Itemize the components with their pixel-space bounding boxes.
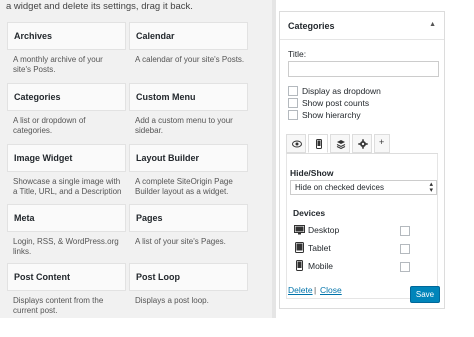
tab-add[interactable]: +: [374, 134, 390, 153]
show-hierarchy-checkbox[interactable]: [288, 110, 298, 120]
widget-image[interactable]: Image Widget: [7, 144, 126, 172]
widget-description: A list or dropdown of categories.: [13, 116, 132, 136]
tab-layers[interactable]: [330, 134, 350, 153]
display-dropdown-checkbox[interactable]: [288, 86, 298, 96]
title-input[interactable]: [288, 61, 439, 77]
instructions-text: a widget and delete its settings, drag i…: [6, 1, 193, 12]
widget-title: Post Loop: [136, 272, 180, 282]
tablet-checkbox[interactable]: [400, 244, 410, 254]
desktop-icon: [294, 225, 305, 235]
desc-line: Login, RSS, & WordPress.org: [13, 237, 119, 246]
widget-description: A complete SiteOrigin Page Builder layou…: [135, 177, 254, 197]
mobile-checkbox[interactable]: [400, 262, 410, 272]
widget-title: Calendar: [136, 31, 175, 41]
tab-devices[interactable]: [308, 134, 328, 153]
widget-description: Showcase a single image with a Title, UR…: [13, 177, 132, 197]
widget-custom-menu[interactable]: Custom Menu: [129, 83, 248, 111]
eye-icon: [292, 140, 302, 148]
collapse-arrow-icon[interactable]: ▲: [429, 21, 436, 28]
widget-title: Post Content: [14, 272, 70, 282]
widget-title: Meta: [14, 213, 35, 223]
gear-icon: [358, 139, 368, 149]
widget-post-loop[interactable]: Post Loop: [129, 263, 248, 291]
panel-title: Categories: [288, 21, 335, 31]
widget-title: Archives: [14, 31, 53, 41]
widget-title: Categories: [14, 92, 61, 102]
widget-description: A calendar of your site's Posts.: [135, 55, 254, 65]
desktop-checkbox[interactable]: [400, 226, 410, 236]
device-label-tablet: Tablet: [308, 243, 331, 253]
select-value: Hide on checked devices: [295, 183, 384, 192]
desc-line: categories.: [13, 126, 53, 135]
select-arrows-icon: ▴ ▾: [429, 181, 433, 194]
widget-title: Custom Menu: [136, 92, 196, 102]
widgets-screen: a widget and delete its settings, drag i…: [0, 0, 474, 337]
desc-line: A calendar of your site's Posts.: [135, 55, 245, 64]
widget-meta[interactable]: Meta: [7, 204, 126, 232]
device-label-mobile: Mobile: [308, 261, 334, 271]
title-label: Title:: [288, 49, 307, 59]
widget-description: A monthly archive of your site's Posts.: [13, 55, 132, 75]
widget-description: Displays content from the current post.: [13, 296, 132, 316]
close-link[interactable]: Close: [320, 285, 342, 295]
save-button[interactable]: Save: [410, 286, 440, 303]
desc-line: Showcase a single image with: [13, 177, 121, 186]
widget-description: Login, RSS, & WordPress.org links.: [13, 237, 132, 257]
column-divider: [272, 0, 276, 318]
tab-settings[interactable]: [352, 134, 372, 153]
widget-description: Displays a post loop.: [135, 296, 254, 306]
widget-archives[interactable]: Archives: [7, 22, 126, 50]
widget-description: A list of your site's Pages.: [135, 237, 254, 247]
option-label: Display as dropdown: [302, 86, 381, 96]
desc-line: Add a custom menu to your: [135, 116, 233, 125]
desc-line: A complete SiteOrigin Page: [135, 177, 233, 186]
widget-description: Add a custom menu to your sidebar.: [135, 116, 254, 136]
desc-line: A list of your site's Pages.: [135, 237, 226, 246]
widget-title: Pages: [136, 213, 163, 223]
hide-show-label: Hide/Show: [290, 168, 334, 178]
plus-icon: +: [379, 137, 385, 147]
desc-line: site's Posts.: [13, 65, 56, 74]
widget-title: Layout Builder: [136, 153, 200, 163]
tablet-icon: [295, 242, 304, 253]
tab-visibility[interactable]: [286, 134, 306, 153]
panel-header[interactable]: Categories ▲: [280, 12, 444, 40]
device-label-desktop: Desktop: [308, 225, 340, 235]
devices-label: Devices: [293, 208, 326, 218]
option-label: Show post counts: [302, 98, 370, 108]
desc-line: sidebar.: [135, 126, 164, 135]
desc-line: current post.: [13, 306, 58, 315]
desc-line: Displays content from the: [13, 296, 104, 305]
desc-line: Displays a post loop.: [135, 296, 209, 305]
desc-line: A monthly archive of your: [13, 55, 103, 64]
widget-post-content[interactable]: Post Content: [7, 263, 126, 291]
widget-pages[interactable]: Pages: [129, 204, 248, 232]
hide-show-select[interactable]: Hide on checked devices ▴ ▾: [290, 180, 437, 195]
available-widgets-area: a widget and delete its settings, drag i…: [0, 0, 272, 318]
widget-settings-panel: Categories ▲ Title: Display as dropdown …: [279, 11, 445, 309]
desc-line: links.: [13, 247, 32, 256]
desc-line: Builder layout as a widget.: [135, 187, 229, 196]
widget-categories[interactable]: Categories: [7, 83, 126, 111]
delete-link[interactable]: Delete: [288, 285, 313, 295]
option-label: Show hierarchy: [302, 110, 361, 120]
link-separator: |: [314, 285, 317, 295]
mobile-icon: [296, 260, 303, 271]
desc-line: a Title, URL, and a Description: [13, 187, 122, 196]
stack-icon: [336, 140, 346, 149]
mobile-icon: [316, 139, 322, 149]
show-post-counts-checkbox[interactable]: [288, 98, 298, 108]
widget-title: Image Widget: [14, 153, 73, 163]
widget-calendar[interactable]: Calendar: [129, 22, 248, 50]
widget-layout-builder[interactable]: Layout Builder: [129, 144, 248, 172]
desc-line: A list or dropdown of: [13, 116, 86, 125]
